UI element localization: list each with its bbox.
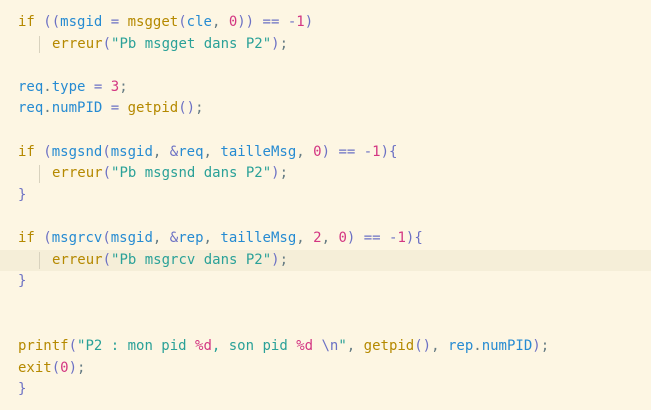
code-line-9[interactable]: } — [18, 185, 651, 207]
code-line-17[interactable]: exit(0); — [18, 358, 651, 380]
code-line-3[interactable] — [18, 55, 651, 77]
indent-guide — [39, 35, 40, 54]
code-line-4[interactable]: req.type = 3; — [18, 77, 651, 99]
code-line-2[interactable]: erreur("Pb msgget dans P2"); — [18, 34, 651, 56]
code-line-16[interactable]: printf("P2 : mon pid %d, son pid %d \n",… — [18, 336, 651, 358]
code-line-12-current[interactable]: erreur("Pb msgrcv dans P2"); — [0, 249, 651, 272]
code-line-7[interactable]: if (msgsnd(msgid, &req, tailleMsg, 0) ==… — [18, 142, 651, 164]
code-line-14[interactable] — [18, 293, 651, 315]
code-editor[interactable]: if ((msgid = msgget(cle, 0)) == -1) erre… — [0, 0, 651, 410]
code-line-6[interactable] — [18, 120, 651, 142]
indent-guide — [39, 251, 40, 270]
code-line-5[interactable]: req.numPID = getpid(); — [18, 98, 651, 120]
code-line-1[interactable]: if ((msgid = msgget(cle, 0)) == -1) — [18, 12, 651, 34]
indent-guide — [39, 165, 40, 183]
code-line-18[interactable]: } — [18, 379, 651, 401]
code-line-15[interactable] — [18, 314, 651, 336]
code-line-13[interactable]: } — [18, 271, 651, 293]
code-line-10[interactable] — [18, 206, 651, 228]
code-line-8[interactable]: erreur("Pb msgsnd dans P2"); — [18, 163, 651, 185]
keyword-if: if — [18, 14, 35, 30]
code-line-11[interactable]: if (msgrcv(msgid, &rep, tailleMsg, 2, 0)… — [18, 228, 651, 250]
